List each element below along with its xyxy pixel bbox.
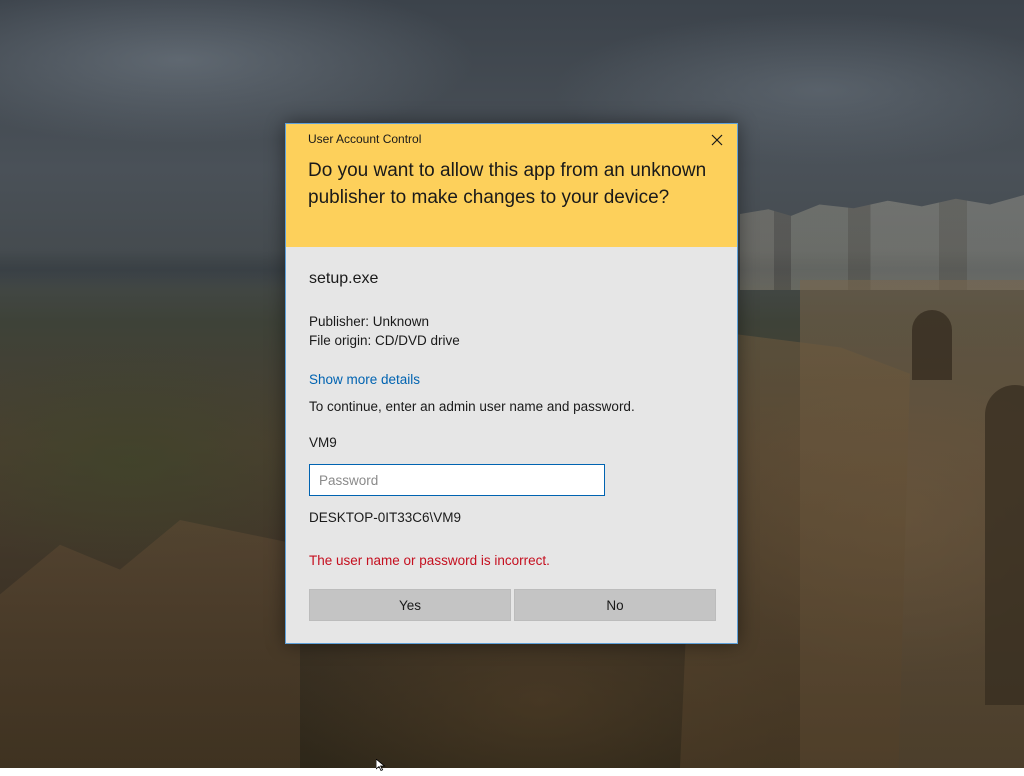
show-more-details-link[interactable]: Show more details (309, 372, 420, 387)
password-input[interactable] (309, 464, 605, 496)
username-label: VM9 (309, 435, 337, 450)
close-button[interactable] (704, 128, 730, 152)
uac-header: User Account Control Do you want to allo… (286, 124, 737, 247)
dialog-caption: User Account Control (308, 132, 422, 146)
no-button[interactable]: No (514, 589, 716, 621)
file-origin-info: File origin: CD/DVD drive (309, 333, 460, 348)
dialog-question: Do you want to allow this app from an un… (308, 160, 707, 208)
publisher-info: Publisher: Unknown (309, 314, 430, 329)
yes-button[interactable]: Yes (309, 589, 511, 621)
error-message: The user name or password is incorrect. (309, 553, 550, 568)
background-town (740, 195, 1024, 290)
domain-username: DESKTOP-0IT33C6\VM9 (309, 510, 462, 525)
close-icon (711, 134, 723, 146)
instruction-text: To continue, enter an admin user name an… (309, 399, 635, 414)
uac-dialog: User Account Control Do you want to allo… (285, 123, 738, 644)
app-name: setup.exe (309, 270, 379, 287)
background-bridge-arch (985, 385, 1024, 705)
background-bridge-arch (912, 310, 952, 380)
background-rocks (0, 520, 300, 768)
